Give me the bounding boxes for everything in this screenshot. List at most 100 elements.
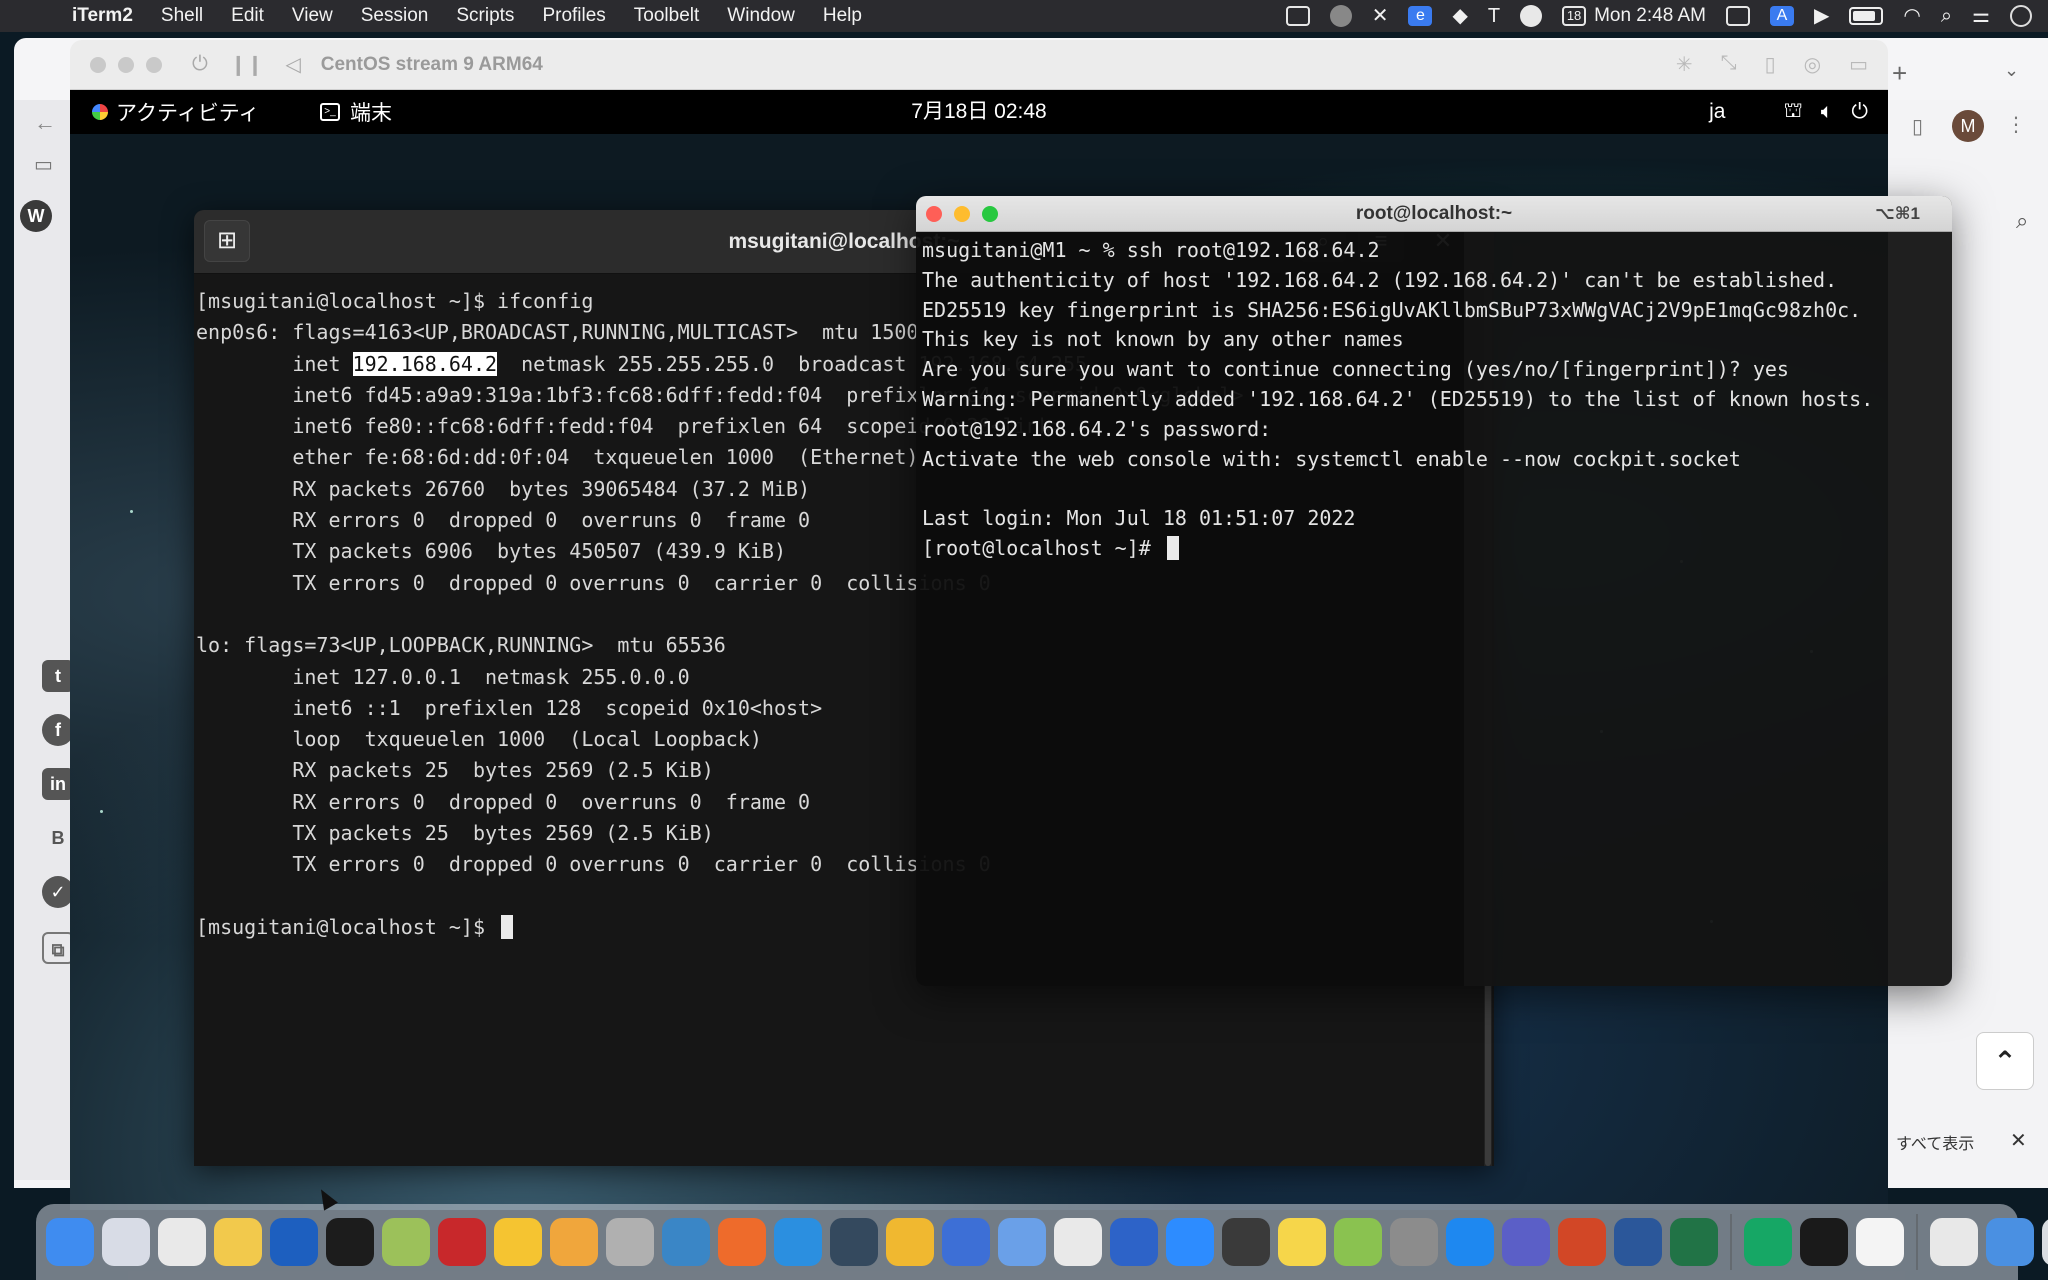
dock-transmit-icon[interactable] bbox=[494, 1218, 542, 1266]
dock-script-icon[interactable] bbox=[1334, 1218, 1382, 1266]
menu-window[interactable]: Window bbox=[713, 5, 809, 27]
dock-sequel-icon[interactable] bbox=[662, 1218, 710, 1266]
menu-toolbelt[interactable]: Toolbelt bbox=[620, 5, 714, 27]
zoom-window-button[interactable] bbox=[982, 206, 998, 222]
dock-quicktime-icon[interactable] bbox=[1222, 1218, 1270, 1266]
close-window-button[interactable] bbox=[90, 56, 106, 73]
avatar[interactable]: M bbox=[1952, 110, 1984, 142]
zoom-window-button[interactable] bbox=[146, 56, 162, 73]
dock-teams-icon[interactable] bbox=[1502, 1218, 1550, 1266]
terminal-output[interactable]: msugitani@M1 ~ % ssh root@192.168.64.2 T… bbox=[916, 232, 1952, 986]
dock-podcasts-icon[interactable] bbox=[550, 1218, 598, 1266]
dock-disk-icon[interactable] bbox=[606, 1218, 654, 1266]
resize-icon[interactable]: ⤡ bbox=[1721, 52, 1737, 77]
menu-session[interactable]: Session bbox=[347, 5, 443, 27]
dock-ip-icon[interactable] bbox=[998, 1218, 1046, 1266]
dock-excel-icon[interactable] bbox=[1670, 1218, 1718, 1266]
minimize-window-button[interactable] bbox=[954, 206, 970, 222]
terminal-line: Warning: Permanently added '192.168.64.2… bbox=[922, 386, 1874, 411]
zoom-icon[interactable] bbox=[1285, 6, 1310, 26]
dock-filezilla-icon[interactable] bbox=[438, 1218, 486, 1266]
app-menu-terminal[interactable]: >_ 端末 bbox=[320, 90, 392, 134]
minimize-window-button[interactable] bbox=[118, 56, 134, 73]
dock-appstore-icon[interactable] bbox=[1446, 1218, 1494, 1266]
back-arrow-icon[interactable]: ← bbox=[34, 110, 56, 136]
activities-button[interactable]: アクティビティ bbox=[92, 90, 259, 134]
brightness-icon[interactable]: ✳ bbox=[1676, 52, 1693, 77]
app-menu[interactable]: iTerm2 bbox=[58, 5, 147, 27]
menu-shell[interactable]: Shell bbox=[147, 5, 217, 27]
show-all-link[interactable]: すべて表示 bbox=[1896, 1130, 1974, 1154]
chevron-down-icon[interactable]: ⌄ bbox=[2004, 60, 2019, 81]
dock-evernote-icon[interactable] bbox=[1744, 1218, 1792, 1266]
search-icon[interactable]: ⌕ bbox=[2016, 208, 2028, 234]
dock-db-icon[interactable] bbox=[886, 1218, 934, 1266]
dock-prompt-icon[interactable] bbox=[830, 1218, 878, 1266]
menu-edit[interactable]: Edit bbox=[217, 5, 278, 27]
dock-photos-icon[interactable] bbox=[214, 1218, 262, 1266]
back-to-top-button[interactable]: ⌃ bbox=[1976, 1032, 2034, 1090]
input-a-icon[interactable]: A bbox=[1770, 6, 1795, 26]
volume-icon[interactable]: 🔈︎ bbox=[1821, 100, 1834, 124]
dock-postman-icon[interactable] bbox=[1054, 1218, 1102, 1266]
folder-icon[interactable]: ▭ bbox=[34, 152, 53, 177]
usb-icon[interactable]: ▯ bbox=[1765, 52, 1776, 77]
back-icon[interactable]: ◁ bbox=[285, 52, 300, 77]
calendar-icon[interactable]: 18 bbox=[1562, 6, 1587, 26]
power-icon[interactable]: ⏻ bbox=[1851, 100, 1868, 124]
menu-help[interactable]: Help bbox=[809, 5, 876, 27]
new-tab-button[interactable]: ⊞ bbox=[204, 220, 250, 262]
dock-powerpoint-icon[interactable] bbox=[1558, 1218, 1606, 1266]
dock-cyberduck-icon[interactable] bbox=[382, 1218, 430, 1266]
folder-share-icon[interactable]: ▭ bbox=[1849, 52, 1868, 77]
dock-word-icon[interactable] bbox=[1614, 1218, 1662, 1266]
menubar-clock[interactable]: Mon 2:48 AM bbox=[1594, 5, 1706, 27]
dock-screens-icon[interactable] bbox=[1110, 1218, 1158, 1266]
control-center-icon[interactable]: ⚌ bbox=[1972, 6, 1990, 26]
iterm-window[interactable]: root@localhost:~ ⌥⌘1 msugitani@M1 ~ % ss… bbox=[916, 196, 1952, 986]
network-icon[interactable]: ⛫ bbox=[1783, 99, 1802, 125]
dock-settings-icon[interactable] bbox=[1390, 1218, 1438, 1266]
dock-downloads-icon[interactable] bbox=[1986, 1218, 2034, 1266]
camera-icon[interactable] bbox=[1329, 5, 1352, 27]
dock-sublime-icon[interactable] bbox=[718, 1218, 766, 1266]
dock-zoom-icon[interactable] bbox=[1166, 1218, 1214, 1266]
power-icon[interactable]: ⏻ bbox=[192, 53, 208, 76]
new-tab-icon[interactable]: + bbox=[1892, 58, 1907, 89]
dock-vscode-icon[interactable] bbox=[774, 1218, 822, 1266]
kosmik-icon[interactable]: ✕ bbox=[1372, 6, 1389, 26]
dock-activity-icon[interactable] bbox=[1800, 1218, 1848, 1266]
close-window-button[interactable] bbox=[926, 206, 942, 222]
dock-terminal-icon[interactable] bbox=[326, 1218, 374, 1266]
menu-view[interactable]: View bbox=[278, 5, 347, 27]
dock-trash-icon[interactable] bbox=[2042, 1218, 2048, 1266]
pause-icon[interactable]: ❙❙ bbox=[230, 52, 264, 77]
play-icon[interactable]: ▶ bbox=[1814, 6, 1829, 26]
more-icon[interactable]: ⋮ bbox=[2006, 112, 2026, 137]
share-icon[interactable]: ◎ bbox=[1804, 52, 1821, 77]
dock-documents-icon[interactable] bbox=[1930, 1218, 1978, 1266]
close-icon[interactable]: ✕ bbox=[2010, 1128, 2027, 1153]
wordpress-icon[interactable]: W bbox=[20, 200, 52, 232]
siri-icon[interactable] bbox=[2010, 5, 2032, 27]
language-indicator[interactable]: ja bbox=[1709, 100, 1725, 124]
menu-scripts[interactable]: Scripts bbox=[442, 5, 528, 27]
selected-ip-address[interactable]: 192.168.64.2 bbox=[352, 351, 498, 376]
vpn-icon[interactable] bbox=[1520, 5, 1543, 27]
dock-safari-shark-icon[interactable] bbox=[270, 1218, 318, 1266]
dock-finder-icon[interactable] bbox=[46, 1218, 94, 1266]
text-icon[interactable]: T bbox=[1488, 6, 1500, 26]
keyboard-icon[interactable] bbox=[1726, 6, 1751, 26]
dock-chrome-icon[interactable] bbox=[158, 1218, 206, 1266]
dock-launchpad-icon[interactable] bbox=[102, 1218, 150, 1266]
evernote-icon[interactable]: e bbox=[1408, 6, 1433, 26]
dock-textedit-icon[interactable] bbox=[1856, 1218, 1904, 1266]
dock-network-icon[interactable] bbox=[942, 1218, 990, 1266]
sidebar-toggle-icon[interactable]: ▯ bbox=[1912, 114, 1923, 139]
menu-profiles[interactable]: Profiles bbox=[528, 5, 619, 27]
dropbox-icon[interactable]: ◆ bbox=[1452, 6, 1467, 26]
dock-notes-icon[interactable] bbox=[1278, 1218, 1326, 1266]
wifi-icon[interactable]: ◠ bbox=[1903, 6, 1920, 26]
search-icon[interactable]: ⌕ bbox=[1941, 6, 1952, 26]
battery-icon[interactable] bbox=[1849, 7, 1884, 25]
